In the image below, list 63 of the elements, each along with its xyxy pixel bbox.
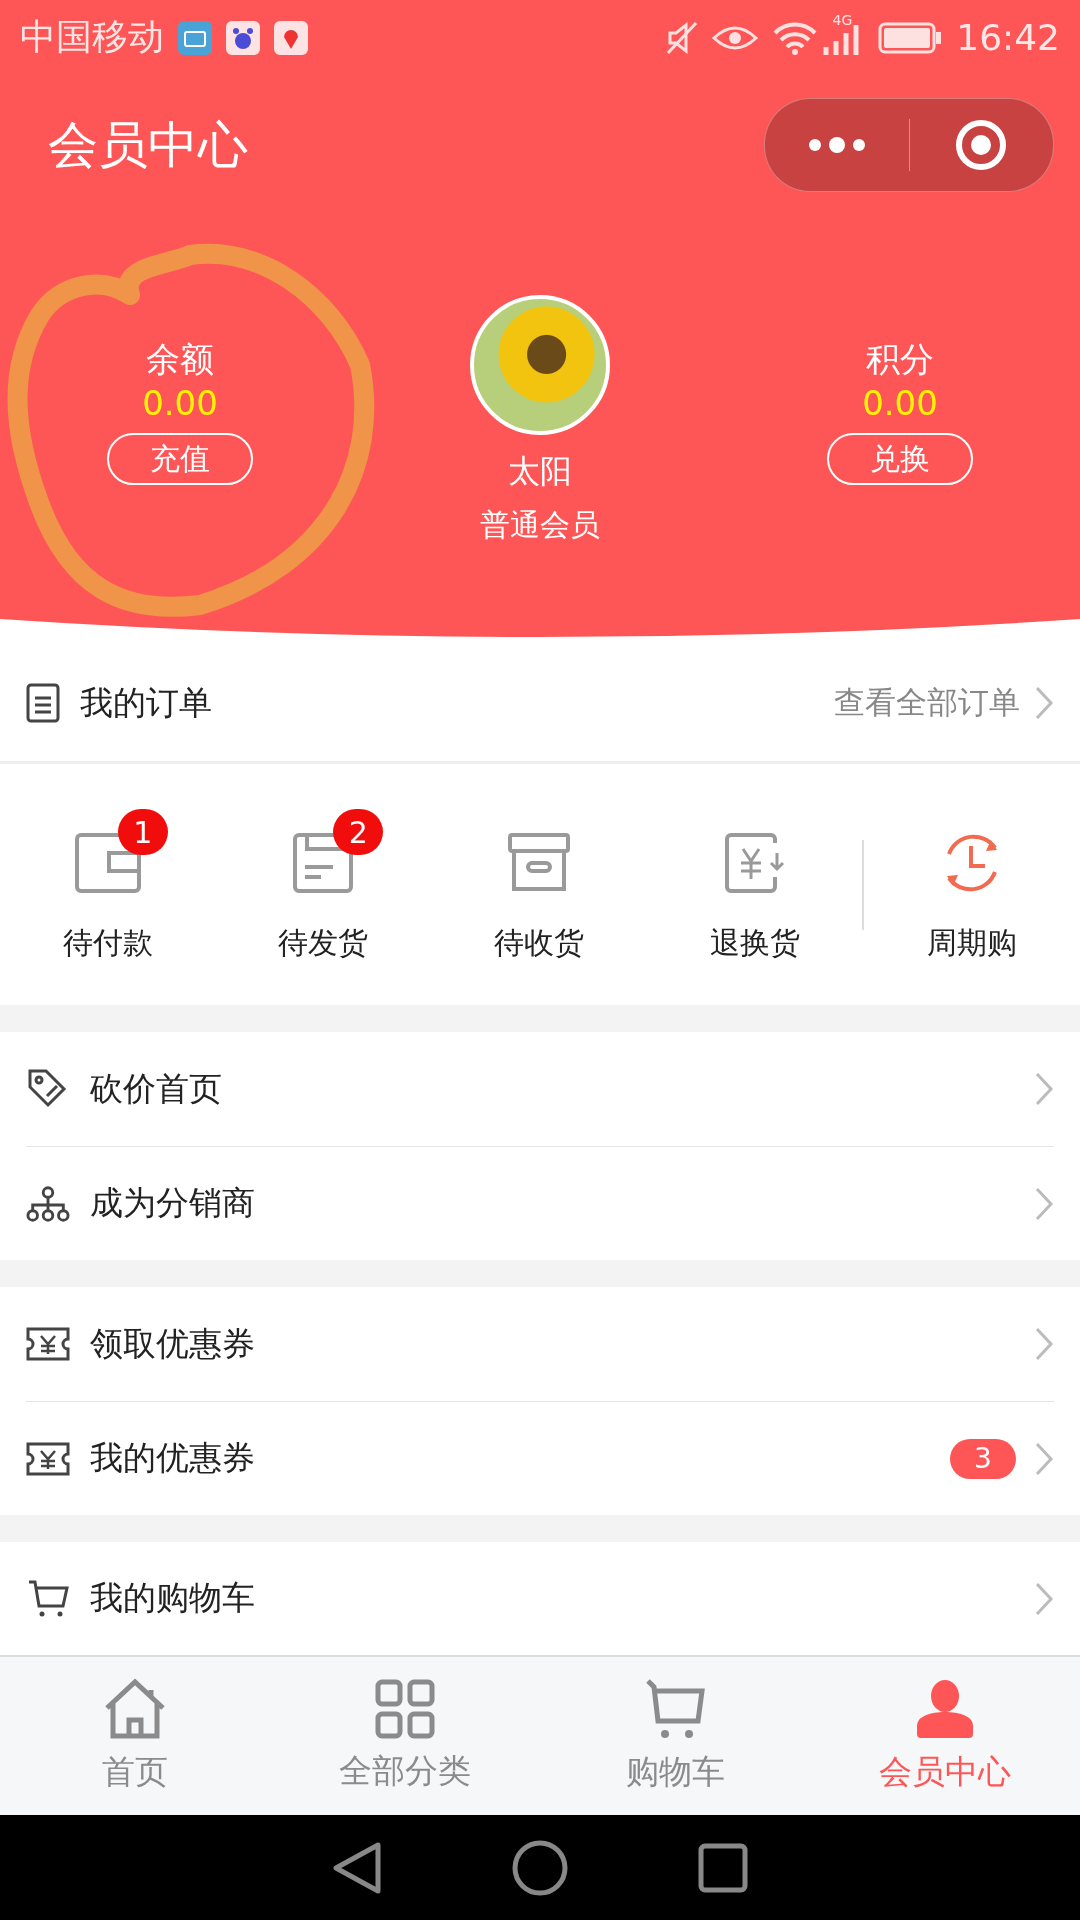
order-status-item[interactable]: 2 待发货: [215, 805, 432, 964]
menu-label: 领取优惠券: [90, 1322, 256, 1365]
paw-app-icon: [226, 20, 260, 55]
chevron-right-icon: [1034, 685, 1054, 721]
hierarchy-icon: [26, 1183, 70, 1224]
user-name: 太阳: [508, 451, 572, 492]
orders-title: 我的订单: [80, 681, 213, 724]
balance-label: 余额: [146, 338, 214, 381]
member-level: 普通会员: [480, 506, 600, 544]
grid-icon: [375, 1678, 435, 1739]
wifi-icon: [772, 20, 819, 55]
order-status-label: 待付款: [62, 924, 153, 962]
order-status-item[interactable]: 待收货: [431, 805, 647, 964]
yen-ticket-icon: [26, 1327, 70, 1361]
archive-box-icon: [508, 833, 570, 893]
page-title: 会员中心: [48, 114, 249, 176]
menu-row[interactable]: 砍价首页: [26, 1032, 1054, 1147]
menu-row[interactable]: 成为分销商: [26, 1147, 1054, 1260]
home-icon: [103, 1677, 167, 1740]
chevron-right-icon: [1034, 1071, 1054, 1107]
mute-icon: [666, 20, 699, 55]
more-icon[interactable]: [806, 137, 867, 153]
cart-icon: [645, 1677, 705, 1740]
order-status-label: 待收货: [494, 924, 584, 962]
back-icon[interactable]: [332, 1840, 382, 1895]
clock-time: 16:42: [956, 17, 1060, 58]
cart-icon: [27, 1578, 69, 1619]
menu-label: 我的优惠券: [90, 1437, 256, 1479]
count-badge: 2: [333, 809, 384, 855]
carrier-name: 中国移动: [20, 15, 164, 59]
menu-label: 成为分销商: [90, 1182, 256, 1224]
price-tag-icon: [27, 1068, 69, 1110]
menu-label: 砍价首页: [90, 1067, 223, 1110]
chevron-right-icon: [1034, 1440, 1054, 1477]
points-label: 积分: [866, 338, 934, 381]
menu-row[interactable]: 我的优惠券 3: [26, 1402, 1054, 1515]
order-status-label: 周期购: [927, 924, 1018, 962]
order-status-label: 退换货: [709, 924, 800, 962]
battery-icon: [878, 21, 943, 54]
menu-label: 我的购物车: [90, 1577, 256, 1619]
yen-ticket-icon: [26, 1441, 70, 1476]
yen-return-icon: [724, 833, 785, 893]
count-badge: 3: [950, 1438, 1016, 1479]
view-all-orders-link[interactable]: 查看全部订单: [834, 682, 1020, 724]
count-badge: 1: [117, 809, 168, 855]
chevron-right-icon: [1034, 1580, 1054, 1617]
home-circle-icon[interactable]: [512, 1839, 568, 1896]
chevron-right-icon: [1034, 1185, 1054, 1222]
balance-value: 0.00: [142, 382, 218, 425]
close-circle-icon[interactable]: [954, 118, 1009, 172]
person-icon: [915, 1677, 975, 1740]
map-pin-app-icon: [274, 20, 308, 55]
chevron-right-icon: [1034, 1326, 1054, 1362]
briefcase-app-icon: [178, 20, 212, 55]
order-status-item[interactable]: 退换货: [646, 805, 863, 964]
order-status-label: 待发货: [278, 924, 369, 962]
points-value: 0.00: [862, 382, 938, 425]
order-status-item[interactable]: 1 待付款: [0, 805, 216, 964]
order-status-item[interactable]: 周期购: [864, 805, 1080, 964]
menu-row[interactable]: 领取优惠券: [26, 1287, 1054, 1402]
recents-square-icon[interactable]: [698, 1842, 748, 1893]
network-type: 4G: [832, 12, 853, 28]
document-icon: [26, 683, 60, 723]
